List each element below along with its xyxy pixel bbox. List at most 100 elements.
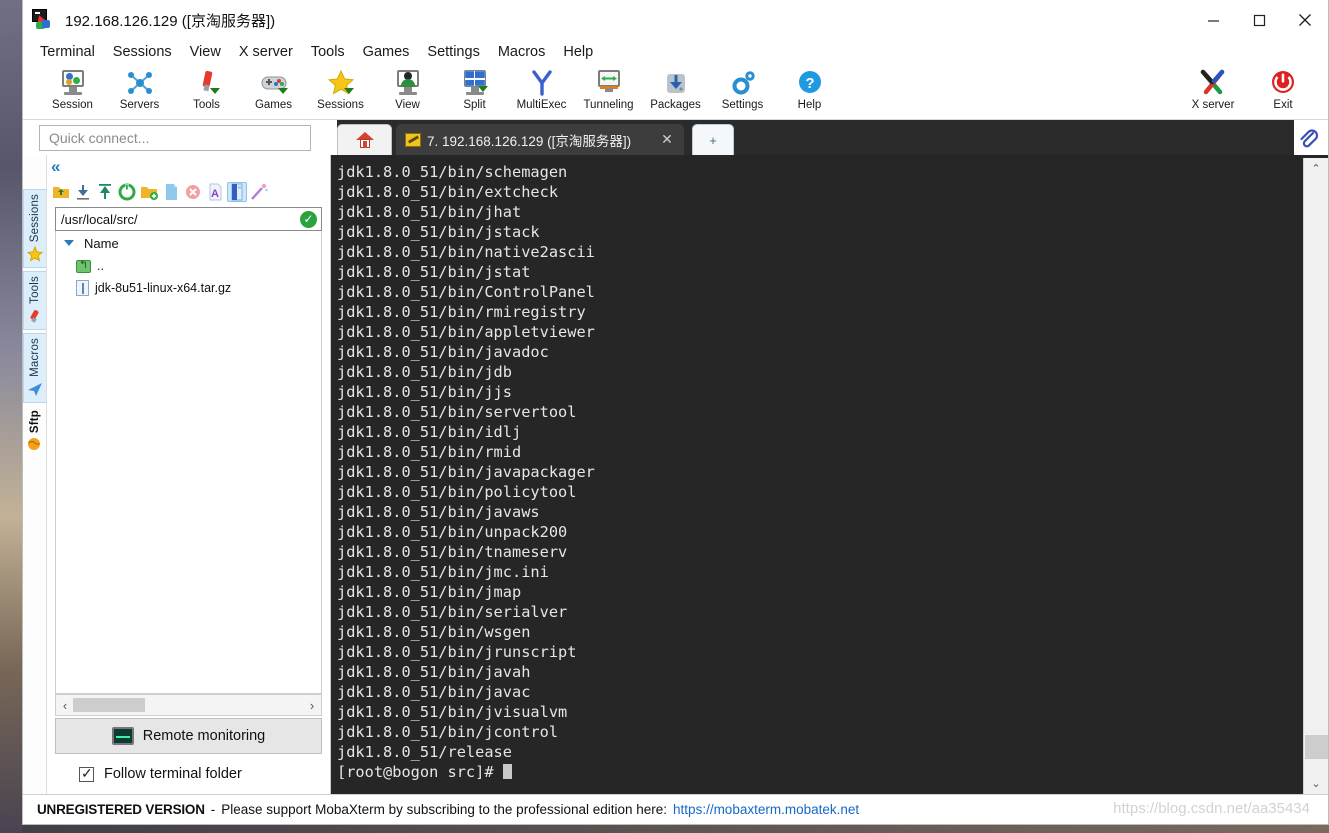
star-icon xyxy=(26,245,44,262)
chevron-down-icon[interactable] xyxy=(64,240,74,246)
terminal-vertical-scrollbar[interactable]: ⌃ ⌄ xyxy=(1303,158,1328,794)
scroll-up-icon[interactable]: ⌃ xyxy=(1311,162,1320,175)
toolbar-button-packages[interactable]: Packages xyxy=(642,66,709,111)
toolbar-button-split[interactable]: Split xyxy=(441,66,508,111)
terminal-line: jdk1.8.0_51/bin/javaws xyxy=(337,503,540,521)
hscroll-thumb[interactable] xyxy=(73,698,145,712)
hscroll-track[interactable] xyxy=(71,697,306,713)
rail-tab-macros[interactable]: Macros xyxy=(23,333,46,404)
toolbar-button-exit[interactable]: Exit xyxy=(1248,66,1318,111)
sftp-collapse-button[interactable]: « xyxy=(47,155,330,179)
refresh-icon[interactable] xyxy=(117,182,137,202)
sftp-horizontal-scrollbar[interactable]: ‹ › xyxy=(55,694,322,716)
main-body: Sessions Tools Macros Sftp « A /usr/loca… xyxy=(23,155,1328,794)
terminal-line: jdk1.8.0_51/bin/jhat xyxy=(337,203,522,221)
toolbar-button-settings[interactable]: Settings xyxy=(709,66,776,111)
terminal-line: jdk1.8.0_51/bin/wsgen xyxy=(337,623,531,641)
toolbar-button-sessions[interactable]: Sessions xyxy=(307,66,374,111)
mobaxterm-website-link[interactable]: https://mobaxterm.mobatek.net xyxy=(673,802,859,817)
rail-tab-sftp[interactable]: Sftp xyxy=(23,406,46,458)
toolbar-button-xserver[interactable]: X server xyxy=(1178,66,1248,111)
new-tab-button[interactable]: + xyxy=(692,124,734,155)
toolbar-label-packages: Packages xyxy=(650,99,701,111)
close-icon[interactable] xyxy=(1282,0,1328,40)
upload-icon[interactable] xyxy=(95,182,115,202)
menu-item-terminal[interactable]: Terminal xyxy=(31,42,104,62)
menu-item-sessions[interactable]: Sessions xyxy=(104,42,181,62)
parent-folder-icon xyxy=(76,258,91,273)
rail-label-macros: Macros xyxy=(29,338,41,378)
toggle-panel-icon[interactable] xyxy=(227,182,247,202)
terminal-line: jdk1.8.0_51/bin/jmap xyxy=(337,583,522,601)
list-item[interactable]: jdk-8u51-linux-x64.tar.gz xyxy=(56,277,321,299)
watermark: https://blog.csdn.net/aa35434 xyxy=(1113,800,1310,817)
toolbar-button-session[interactable]: Session xyxy=(39,66,106,111)
terminal-line: jdk1.8.0_51/bin/rmiregistry xyxy=(337,303,586,321)
sftp-toolbar: A xyxy=(47,179,330,205)
desktop-icons-strip xyxy=(0,0,22,833)
toolbar-button-multiexec[interactable]: MultiExec xyxy=(508,66,575,111)
menu-item-macros[interactable]: Macros xyxy=(489,42,555,62)
mobaxterm-logo-icon xyxy=(32,9,54,31)
magic-wand-icon[interactable] xyxy=(249,182,269,202)
rail-tab-sessions[interactable]: Sessions xyxy=(23,189,46,269)
scroll-left-icon[interactable]: ‹ xyxy=(59,698,71,713)
menu-item-settings[interactable]: Settings xyxy=(418,42,488,62)
terminal-cursor xyxy=(502,764,512,779)
terminal-line: jdk1.8.0_51/bin/jdb xyxy=(337,363,512,381)
new-folder-icon[interactable] xyxy=(139,182,159,202)
delete-icon[interactable] xyxy=(183,182,203,202)
toolbar-button-servers[interactable]: Servers xyxy=(106,66,173,111)
text-edit-icon[interactable]: A xyxy=(205,182,225,202)
terminal-prompt: [root@bogon src]# xyxy=(337,763,503,781)
toolbar-button-games[interactable]: Games xyxy=(240,66,307,111)
tab-close-icon[interactable]: ✕ xyxy=(660,132,674,146)
scroll-down-icon[interactable]: ⌄ xyxy=(1311,777,1320,790)
terminal-output[interactable]: jdk1.8.0_51/bin/schemagen jdk1.8.0_51/bin… xyxy=(331,158,1303,794)
rail-tab-tools[interactable]: Tools xyxy=(23,271,46,331)
toolbar-button-tunneling[interactable]: Tunneling xyxy=(575,66,642,111)
toolbar-button-tools[interactable]: Tools xyxy=(173,66,240,111)
remote-monitoring-button[interactable]: Remote monitoring xyxy=(55,718,322,754)
toolbar-button-view[interactable]: View xyxy=(374,66,441,111)
quick-connect-input[interactable]: Quick connect... xyxy=(39,125,311,151)
terminal-line: jdk1.8.0_51/bin/javapackager xyxy=(337,463,595,481)
menu-item-tools[interactable]: Tools xyxy=(302,42,354,62)
vscroll-thumb[interactable] xyxy=(1304,735,1328,759)
terminal-line: jdk1.8.0_51/bin/serialver xyxy=(337,603,568,621)
rail-label-tools: Tools xyxy=(29,276,41,305)
toolbar-label-exit: Exit xyxy=(1273,99,1293,111)
left-rail: Sessions Tools Macros Sftp xyxy=(23,155,47,794)
xserver-x-icon xyxy=(1198,68,1228,98)
terminal-line: jdk1.8.0_51/bin/policytool xyxy=(337,483,577,501)
toolbar-label-sessions: Sessions xyxy=(317,99,364,111)
menu-item-xserver[interactable]: X server xyxy=(230,42,302,62)
menu-item-help[interactable]: Help xyxy=(554,42,602,62)
terminal-line: jdk1.8.0_51/bin/jstack xyxy=(337,223,540,241)
paperclip-icon[interactable] xyxy=(1296,126,1320,150)
scroll-right-icon[interactable]: › xyxy=(306,698,318,713)
terminal-line: jdk1.8.0_51/bin/native2ascii xyxy=(337,243,595,261)
toolbar-button-help[interactable]: ? Help xyxy=(776,66,843,111)
list-item[interactable]: .. xyxy=(56,255,321,277)
follow-terminal-folder-row[interactable]: Follow terminal folder xyxy=(55,754,322,794)
download-icon[interactable] xyxy=(73,182,93,202)
rail-label-sftp: Sftp xyxy=(28,410,41,434)
go-up-folder-icon[interactable] xyxy=(51,182,71,202)
maximize-icon[interactable] xyxy=(1236,0,1282,40)
follow-terminal-folder-checkbox[interactable] xyxy=(79,765,94,782)
terminal-line: jdk1.8.0_51/bin/rmid xyxy=(337,443,522,461)
file-list-header[interactable]: Name xyxy=(56,231,321,255)
svg-text:A: A xyxy=(211,188,219,200)
sftp-panel: « A /usr/local/src/ ✓ Name ↰ .. jdk-8u51… xyxy=(47,155,331,794)
menu-item-view[interactable]: View xyxy=(181,42,230,62)
tab-session-active[interactable]: 7. 192.168.126.129 ([京淘服务器]) ✕ xyxy=(396,124,684,155)
new-file-icon[interactable] xyxy=(161,182,181,202)
tab-home[interactable] xyxy=(337,124,392,155)
minimize-icon[interactable] xyxy=(1190,0,1236,40)
menu-item-games[interactable]: Games xyxy=(354,42,419,62)
sftp-path-input[interactable]: /usr/local/src/ ✓ xyxy=(55,207,322,231)
check-circle-icon[interactable]: ✓ xyxy=(300,211,317,228)
file-name: jdk-8u51-linux-x64.tar.gz xyxy=(95,281,232,295)
terminal-line: jdk1.8.0_51/bin/servertool xyxy=(337,403,577,421)
